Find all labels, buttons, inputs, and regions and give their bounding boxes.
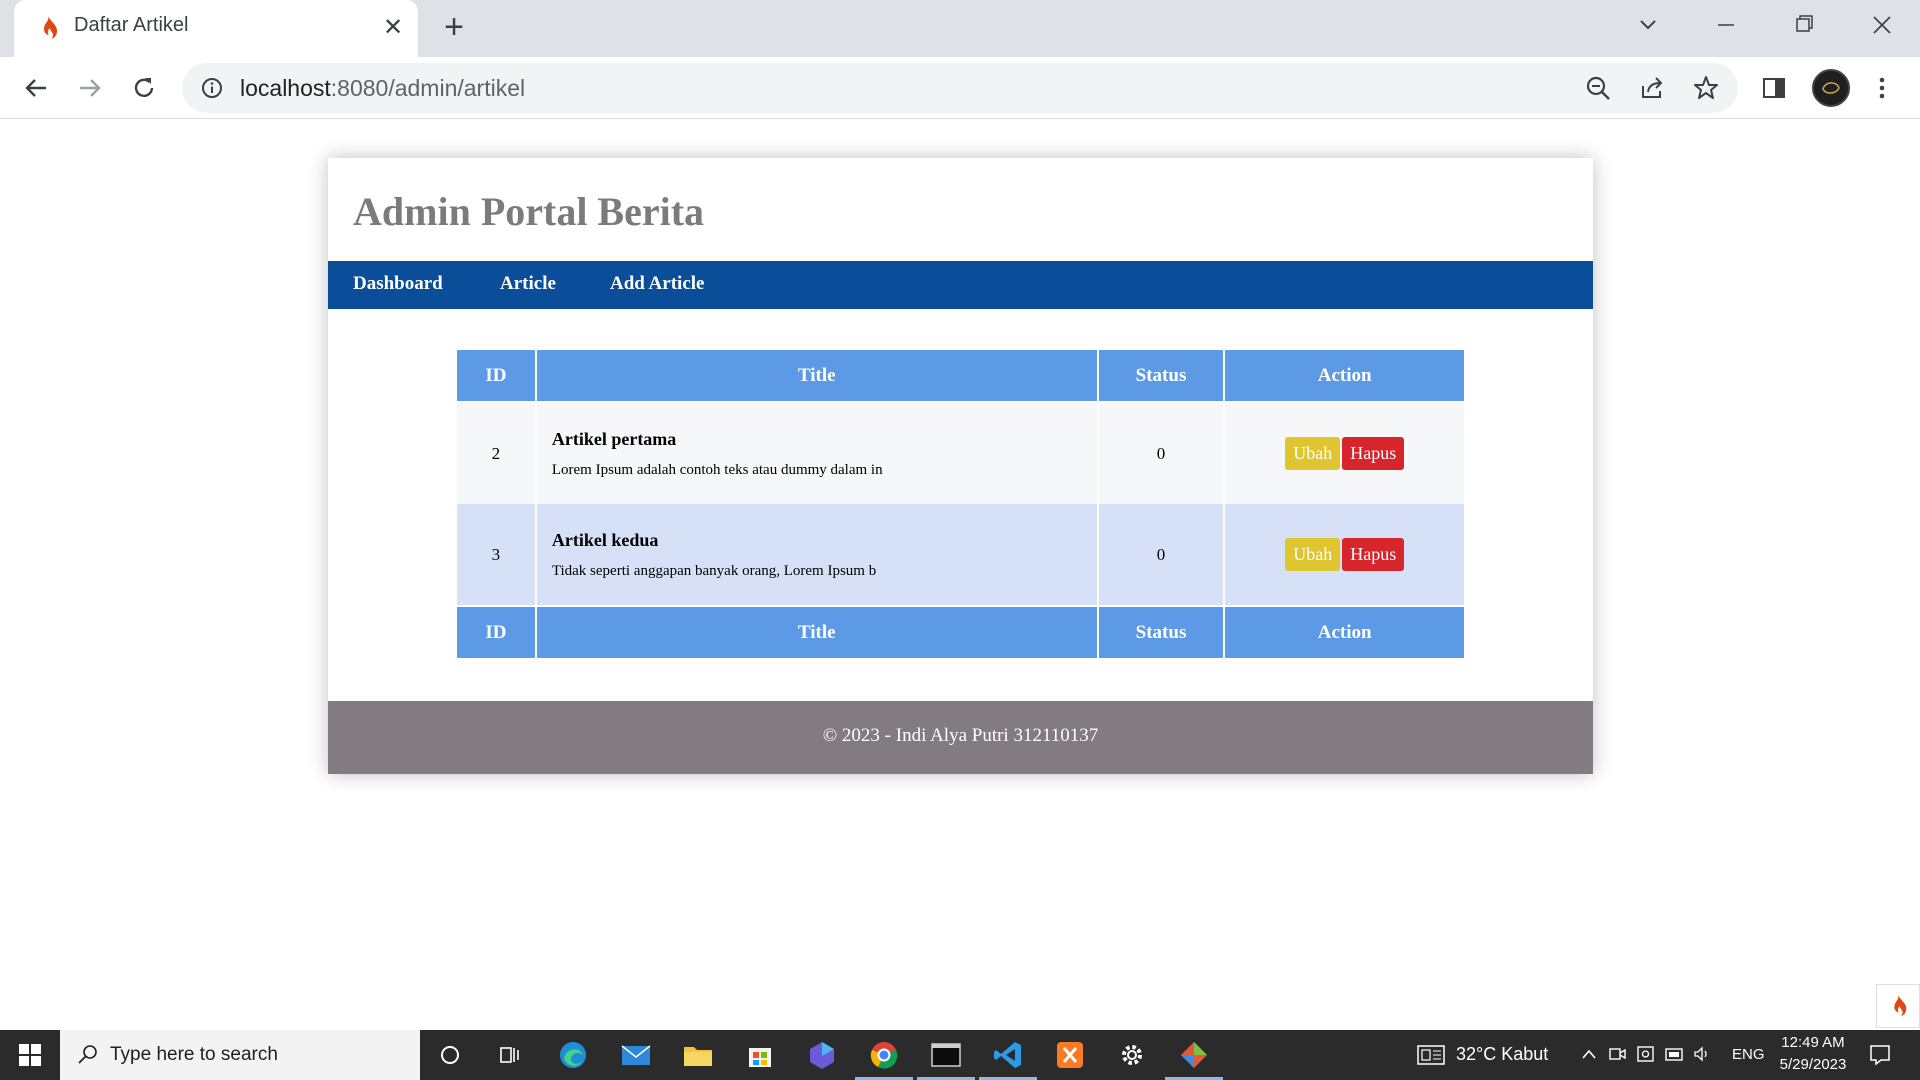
article-title: Artikel pertama bbox=[551, 428, 677, 449]
cell-action: Ubah Hapus bbox=[1223, 402, 1466, 504]
delete-button[interactable]: Hapus bbox=[1342, 437, 1405, 470]
notification-center-icon[interactable] bbox=[1868, 1043, 1892, 1071]
table-row: 3 Artikel kedua Tidak seperti anggapan b… bbox=[455, 504, 1466, 606]
windows-start-icon[interactable] bbox=[0, 1030, 60, 1080]
cell-id: 3 bbox=[455, 504, 537, 606]
xampp-icon[interactable] bbox=[1052, 1037, 1088, 1073]
app-hexagon-icon[interactable] bbox=[804, 1037, 840, 1073]
header-title: Title bbox=[534, 348, 1099, 403]
header-status: Status bbox=[1096, 348, 1226, 403]
cell-title: Artikel pertama Lorem Ipsum adalah conto… bbox=[534, 402, 1099, 504]
store-icon[interactable] bbox=[742, 1037, 778, 1073]
header-id: ID bbox=[455, 348, 537, 403]
mail-icon[interactable] bbox=[618, 1037, 654, 1073]
header-action: Action bbox=[1223, 348, 1466, 403]
browser-tab-active[interactable]: Daftar Artikel ✕ bbox=[14, 0, 418, 57]
footer-status: Status bbox=[1096, 605, 1226, 660]
restore-icon[interactable] bbox=[1784, 8, 1824, 44]
bookmark-star-icon[interactable] bbox=[1688, 70, 1724, 106]
weather-icon[interactable] bbox=[1416, 1042, 1446, 1072]
cell-action: Ubah Hapus bbox=[1223, 504, 1466, 606]
taskbar-search[interactable]: Type here to search bbox=[60, 1030, 420, 1080]
volume-icon[interactable] bbox=[1692, 1044, 1712, 1068]
back-arrow-icon[interactable] bbox=[18, 70, 54, 106]
language-indicator[interactable]: ENG bbox=[1732, 1046, 1765, 1063]
search-icon bbox=[76, 1042, 100, 1070]
page-title: Admin Portal Berita bbox=[353, 189, 705, 234]
nav-article[interactable]: Article bbox=[500, 273, 556, 295]
site-info-icon[interactable] bbox=[200, 76, 224, 100]
task-view-icon[interactable] bbox=[492, 1037, 528, 1073]
reload-icon[interactable] bbox=[126, 70, 162, 106]
cell-status: 0 bbox=[1096, 402, 1226, 504]
browser-toolbar: localhost:8080/admin/artikel bbox=[0, 57, 1920, 119]
tab-search-chevron-icon[interactable] bbox=[1628, 8, 1668, 44]
delete-button[interactable]: Hapus bbox=[1342, 538, 1405, 571]
page-container: Admin Portal Berita Dashboard Article Ad… bbox=[328, 158, 1593, 774]
vscode-icon[interactable] bbox=[990, 1037, 1026, 1073]
terminal-icon[interactable] bbox=[928, 1037, 964, 1073]
nav-dashboard[interactable]: Dashboard bbox=[353, 273, 443, 295]
article-excerpt: Tidak seperti anggapan banyak orang, Lor… bbox=[551, 562, 877, 579]
url-text: localhost:8080/admin/artikel bbox=[240, 75, 525, 102]
search-placeholder: Type here to search bbox=[110, 1044, 278, 1065]
debug-toolbar-flame-icon[interactable] bbox=[1876, 984, 1920, 1028]
minimize-icon[interactable] bbox=[1706, 8, 1746, 44]
chrome-icon[interactable] bbox=[866, 1037, 902, 1073]
cell-title: Artikel kedua Tidak seperti anggapan ban… bbox=[534, 504, 1099, 606]
address-bar[interactable]: localhost:8080/admin/artikel bbox=[182, 63, 1738, 113]
url-host: localhost bbox=[240, 75, 331, 101]
clock-date[interactable]: 5/29/2023 bbox=[1774, 1056, 1852, 1073]
article-title: Artikel kedua bbox=[551, 529, 659, 550]
footer-title: Title bbox=[534, 605, 1099, 660]
settings-gear-icon[interactable] bbox=[1114, 1037, 1150, 1073]
table-row: 2 Artikel pertama Lorem Ipsum adalah con… bbox=[455, 402, 1466, 504]
forward-arrow-icon[interactable] bbox=[72, 70, 108, 106]
tray-chevron-up-icon[interactable] bbox=[1580, 1046, 1598, 1066]
tab-close-icon[interactable]: ✕ bbox=[378, 12, 408, 42]
zoom-icon[interactable] bbox=[1580, 70, 1616, 106]
footer-action: Action bbox=[1223, 605, 1466, 660]
cortana-icon[interactable] bbox=[432, 1037, 468, 1073]
tab-title: Daftar Artikel bbox=[74, 14, 189, 36]
clock-time[interactable]: 12:49 AM bbox=[1780, 1034, 1846, 1051]
new-tab-button[interactable]: + bbox=[436, 10, 472, 46]
close-window-icon[interactable] bbox=[1862, 8, 1902, 44]
browser-tab-strip: Daftar Artikel ✕ + bbox=[0, 0, 1920, 57]
share-icon[interactable] bbox=[1634, 70, 1670, 106]
side-panel-icon[interactable] bbox=[1756, 70, 1792, 106]
taskbar: Type here to search 32°C Kabut ENG 12:49… bbox=[0, 1030, 1920, 1080]
edge-browser-icon[interactable] bbox=[555, 1037, 591, 1073]
profile-avatar[interactable] bbox=[1812, 69, 1850, 107]
file-explorer-icon[interactable] bbox=[680, 1037, 716, 1073]
browser-menu-icon[interactable] bbox=[1864, 70, 1900, 106]
weather-text[interactable]: 32°C Kabut bbox=[1456, 1044, 1548, 1065]
table-header-row: ID Title Status Action bbox=[455, 348, 1466, 403]
article-excerpt: Lorem Ipsum adalah contoh teks atau dumm… bbox=[551, 461, 883, 478]
cell-id: 2 bbox=[455, 402, 537, 504]
page-footer: © 2023 - Indi Alya Putri 312110137 bbox=[328, 701, 1593, 774]
tray-app-icon[interactable] bbox=[1636, 1044, 1656, 1068]
cell-status: 0 bbox=[1096, 504, 1226, 606]
codeigniter-flame-icon bbox=[36, 14, 60, 42]
footer-copyright: © 2023 - Indi Alya Putri 312110137 bbox=[822, 725, 1099, 746]
git-app-icon[interactable] bbox=[1176, 1037, 1212, 1073]
network-icon[interactable] bbox=[1664, 1044, 1684, 1068]
main-nav: Dashboard Article Add Article bbox=[328, 261, 1593, 309]
url-path: :8080/admin/artikel bbox=[330, 75, 526, 101]
nav-add-article[interactable]: Add Article bbox=[610, 273, 704, 295]
edit-button[interactable]: Ubah bbox=[1285, 437, 1341, 470]
edit-button[interactable]: Ubah bbox=[1285, 538, 1341, 571]
meet-now-icon[interactable] bbox=[1608, 1044, 1628, 1068]
footer-id: ID bbox=[455, 605, 537, 660]
table-footer-row: ID Title Status Action bbox=[455, 605, 1466, 660]
article-table: ID Title Status Action 2 Artikel pertama… bbox=[455, 348, 1466, 660]
